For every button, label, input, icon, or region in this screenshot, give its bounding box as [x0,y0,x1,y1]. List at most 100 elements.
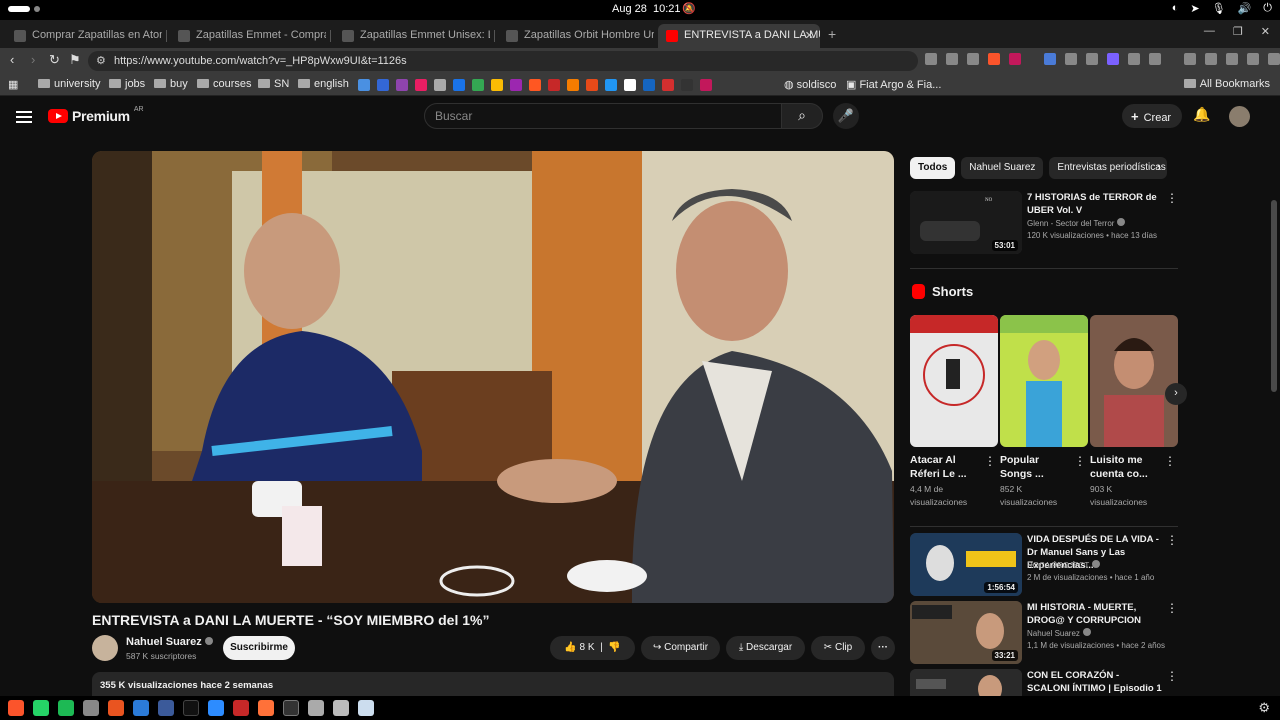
shorts-next-button[interactable]: › [1165,383,1187,405]
chip-todos[interactable]: Todos [910,157,956,179]
system-tray[interactable]: ◐ ➤ 🎙 🔊 ⏻ [1172,2,1272,15]
tab-orbit[interactable]: Zapatillas Orbit Hombre Urban [498,24,654,48]
search-input[interactable]: Buscar [424,103,782,129]
chip-channel[interactable]: Nahuel Suarez [961,157,1044,179]
more-actions-button[interactable]: ··· [871,636,895,660]
recommendation-item[interactable]: CON EL CORAZÓN - SCALONI ÍNTIMO | Episod… [910,669,1180,696]
bookmark-folder-university[interactable]: university [38,78,100,90]
tab-atomik[interactable]: Comprar Zapatillas en Atomik [6,24,162,48]
video-thumbnail[interactable]: NO 53:01 [910,191,1022,254]
video-player[interactable] [92,151,894,603]
system-clock[interactable]: Aug 28 10:21 [612,3,681,15]
apps-grid-icon[interactable]: ▦ [8,78,18,91]
menu-icon[interactable] [16,111,32,123]
recommendation-item[interactable]: NO 53:01 7 HISTORIAS de TERROR de UBER V… [910,191,1180,255]
tab-youtube-active[interactable]: ENTREVISTA a DANI LA MUERTE✕ [658,24,820,48]
more-options-icon[interactable]: ⋮ [1164,454,1176,468]
maximize-icon[interactable]: ❐ [1233,25,1243,38]
bookmark-fiat[interactable]: ▣ Fiat Argo & Fia... [846,78,941,91]
bookmark-favicons[interactable] [358,79,712,91]
video-thumbnail[interactable] [910,669,1022,696]
bookmark-folder-sn[interactable]: SN [258,78,289,90]
youtube-premium-logo[interactable]: Premium AR [48,106,144,124]
recommendation-item[interactable]: 1:56:54 VIDA DESPUÉS DE LA VIDA - Dr Man… [910,533,1180,597]
network-icon: ◐ [1171,2,1179,14]
more-options-icon[interactable]: ⋮ [1166,533,1178,547]
forward-icon[interactable]: › [31,52,35,67]
workspace-indicator[interactable] [8,6,40,12]
favicon-icon [14,30,26,42]
video-thumbnail[interactable]: 1:56:54 [910,533,1022,596]
folder-icon [298,79,310,88]
bookmark-folder-english[interactable]: english [298,78,349,90]
thumbnail-art-icon [910,669,1022,696]
more-options-icon[interactable]: ⋮ [1166,669,1178,683]
like-dislike-group[interactable]: 👍 8 K | 👎 [550,636,635,660]
bookmarks-bar: ▦ university jobs buy courses SN english… [0,74,1280,96]
youtube-page: Premium AR Buscar ⌕ 🎤 + Crear 🔔 ENTREVIS… [0,96,1280,696]
short-item[interactable]: Popular Songs ... 852 K visualizaciones … [1000,315,1088,509]
extension-icons[interactable] [925,53,1280,65]
recommendation-item[interactable]: 33:21 MI HISTORIA - MUERTE, DROG@ Y CORR… [910,601,1180,665]
chevron-right-icon[interactable]: › [1157,160,1161,174]
svg-text:NO: NO [985,198,993,203]
voice-search-button[interactable]: 🎤 [833,103,859,129]
close-tab-icon[interactable]: ✕ [805,29,814,42]
account-avatar[interactable] [1229,106,1250,127]
bookmark-folder-courses[interactable]: courses [197,78,252,90]
scissors-icon: ✂ [823,642,833,653]
telegram-icon: ➤ [1190,3,1200,15]
more-options-icon[interactable]: ⋮ [1166,601,1178,615]
video-title: ENTREVISTA a DANI LA MUERTE - “SOY MIEMB… [92,612,490,628]
download-icon: ⤓ [738,642,744,653]
bookmark-page-icon[interactable]: ⚑ [69,52,81,68]
minimize-icon[interactable]: — [1204,25,1215,38]
more-options-icon[interactable]: ⋮ [1074,454,1086,468]
volume-icon: 🔊 [1237,3,1252,15]
folder-icon [197,79,209,88]
share-button[interactable]: ↪ Compartir [641,636,720,660]
short-item[interactable]: Luisito me cuenta co... 903 K visualizac… [1090,315,1178,509]
taskbar-apps[interactable] [8,700,374,716]
chip-entrevistas[interactable]: Entrevistas periodísticas [1049,157,1168,179]
site-info-icon[interactable]: ⚙ [96,54,106,67]
channel-avatar[interactable] [92,635,118,661]
verified-icon [204,637,213,645]
tab-emmet-1[interactable]: Zapatillas Emmet - Comprar en [170,24,326,48]
close-window-icon[interactable]: ✕ [1261,25,1270,38]
plus-icon: + [1131,109,1139,124]
clip-button[interactable]: ✂ Clip [811,636,865,660]
more-options-icon[interactable]: ⋮ [984,454,996,468]
all-bookmarks-button[interactable]: All Bookmarks [1183,78,1270,90]
window-controls: — ❐ ✕ [1204,25,1270,38]
thumbs-up-icon: 👍 [564,642,577,653]
more-icon: ··· [878,642,888,653]
bookmark-soldisco[interactable]: ◍ soldisco [784,78,836,91]
settings-gear-icon[interactable]: ⚙ [1258,700,1270,716]
notification-off-icon[interactable]: 🔕 [682,2,696,15]
bookmark-folder-jobs[interactable]: jobs [109,78,145,90]
video-thumbnail[interactable]: 33:21 [910,601,1022,664]
notifications-bell-icon[interactable]: 🔔 [1193,106,1210,123]
url-field[interactable]: ⚙ https://www.youtube.com/watch?v=_HP8pW… [88,51,918,71]
bookmark-folder-buy[interactable]: buy [154,78,188,90]
page-scrollbar[interactable] [1271,200,1277,392]
download-button[interactable]: ⤓ Descargar [726,636,805,660]
new-tab-button[interactable]: + [828,26,836,42]
short-thumbnail [1090,315,1178,447]
create-button[interactable]: + Crear [1122,104,1182,128]
more-options-icon[interactable]: ⋮ [1166,191,1178,205]
search-icon: ⌕ [798,107,806,123]
shorts-header: Shorts [912,284,973,299]
mic-icon: 🎤 [837,108,855,123]
subscribe-button[interactable]: Suscribirme [223,636,295,660]
subscriber-count: 587 K suscriptores [126,651,197,661]
channel-name[interactable]: Nahuel Suarez [126,636,213,648]
tab-emmet-2[interactable]: Zapatillas Emmet Unisex: Live [334,24,490,48]
back-icon[interactable]: ‹ [10,52,14,67]
search-button[interactable]: ⌕ [781,103,823,129]
thumbs-down-icon: 👎 [608,642,621,653]
description-box[interactable]: 355 K visualizaciones hace 2 semanas [92,672,894,696]
reload-icon[interactable]: ↻ [49,52,60,68]
short-item[interactable]: Atacar Al Réferi Le ... 4,4 M de visuali… [910,315,998,509]
